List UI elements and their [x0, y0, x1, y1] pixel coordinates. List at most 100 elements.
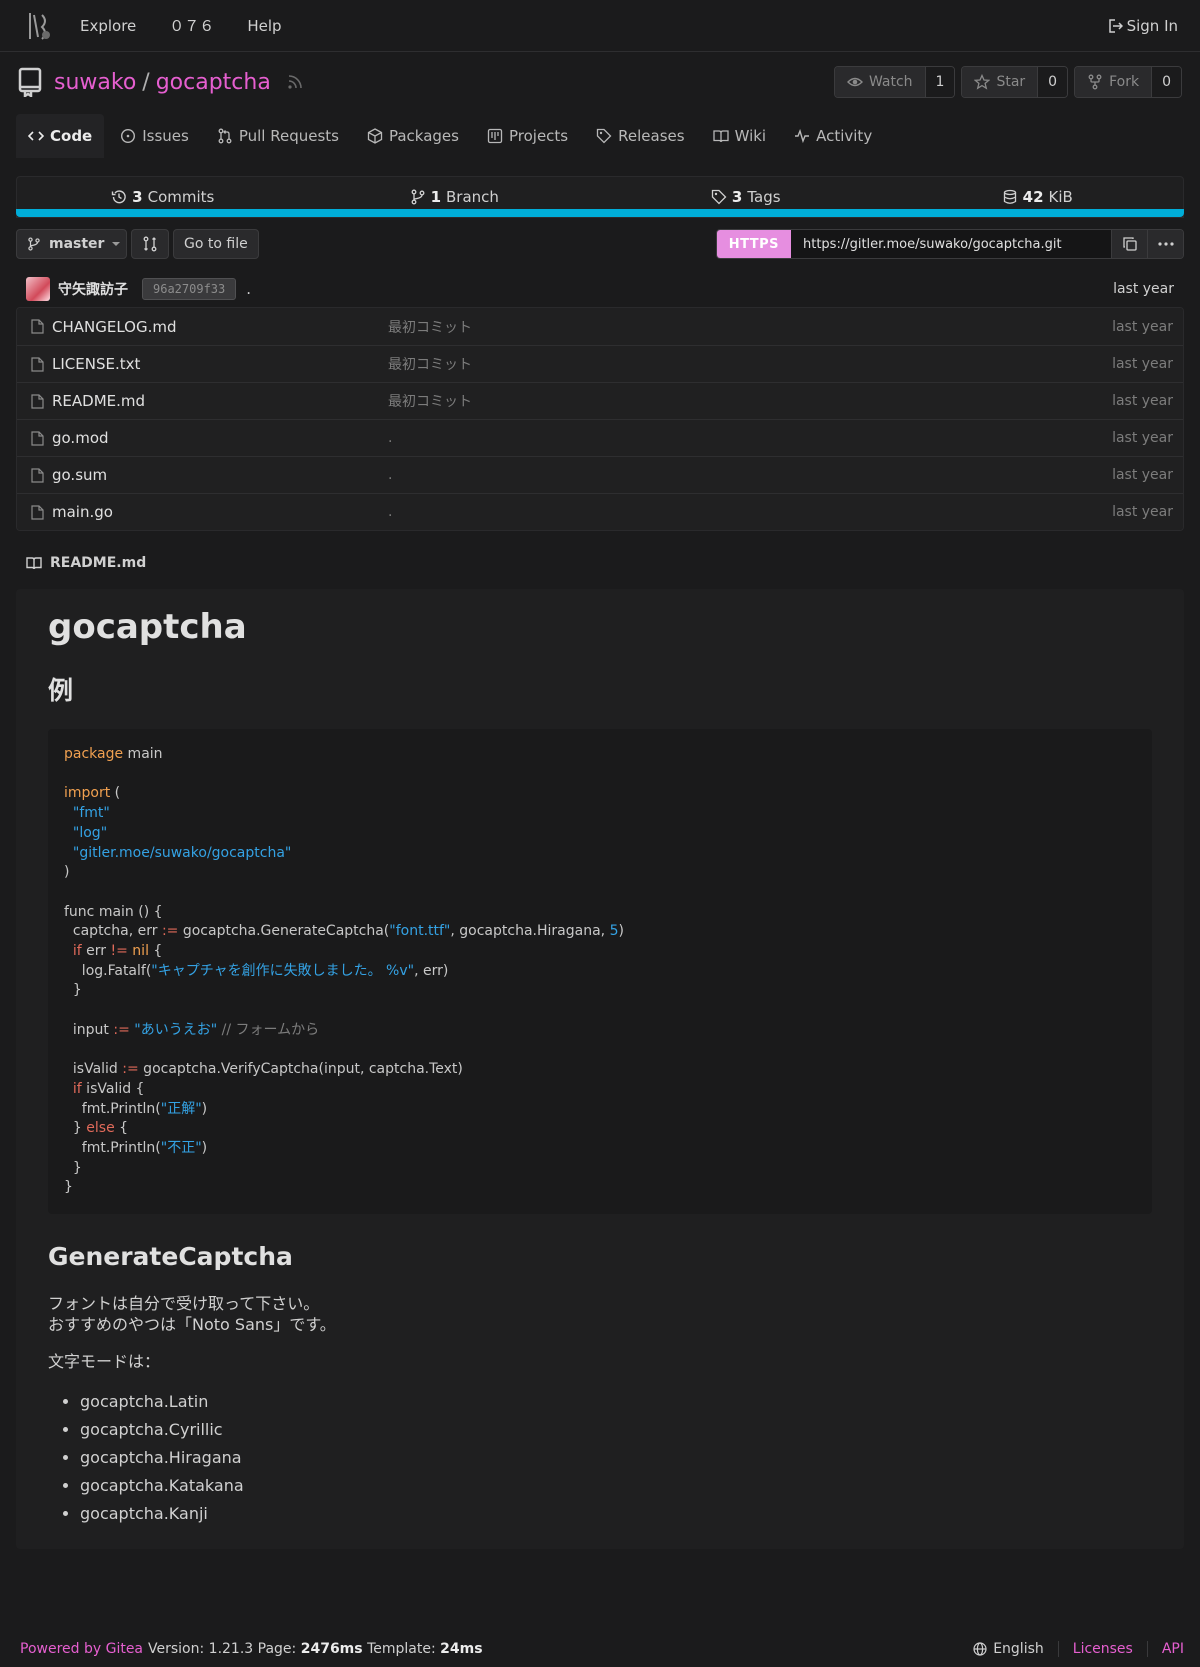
fork-label: Fork — [1109, 74, 1140, 90]
commit-message[interactable]: . — [246, 280, 251, 298]
file-commit-message[interactable]: . — [388, 430, 1112, 446]
code-token: , gocaptcha.Hiragana, — [450, 923, 610, 940]
file-commit-message[interactable]: 最初コミット — [388, 354, 1112, 374]
repo-owner-link[interactable]: suwako — [54, 70, 136, 95]
file-icon — [31, 393, 44, 409]
nav-explore[interactable]: Explore — [80, 17, 136, 35]
branch-dropdown[interactable]: master — [16, 229, 127, 259]
nav-help[interactable]: Help — [247, 17, 281, 35]
database-icon — [1002, 189, 1018, 205]
file-name-cell[interactable]: LICENSE.txt — [31, 355, 388, 373]
file-name-cell[interactable]: README.md — [31, 392, 388, 410]
readme-title: gocaptcha — [48, 607, 247, 647]
file-name: main.go — [52, 503, 113, 521]
file-name-cell[interactable]: main.go — [31, 503, 388, 521]
api-link[interactable]: API — [1162, 1641, 1184, 1657]
sign-in-icon — [1108, 18, 1123, 33]
code-token: } — [64, 1120, 87, 1137]
pulse-icon — [794, 128, 810, 144]
code-token: isValid — [64, 1061, 123, 1078]
table-row[interactable]: go.sum . last year — [17, 456, 1183, 493]
code-token: package — [64, 746, 124, 762]
code-token: ) — [201, 1100, 208, 1117]
tab-releases[interactable]: Releases — [584, 114, 696, 158]
powered-by-link[interactable]: Powered by Gitea — [20, 1641, 143, 1657]
table-row[interactable]: go.mod . last year — [17, 419, 1183, 456]
file-commit-message[interactable]: . — [388, 467, 1112, 483]
tab-activity[interactable]: Activity — [782, 114, 884, 158]
fork-label-wrap[interactable]: Fork — [1075, 67, 1153, 97]
code-token: if — [72, 1080, 82, 1097]
page-label: Page: — [257, 1641, 297, 1657]
clone-url-input[interactable]: https://gitler.moe/suwako/gocaptcha.git — [791, 230, 1111, 258]
repo-actions: Watch 1 Star 0 Fork 0 — [833, 66, 1182, 98]
file-name-cell[interactable]: CHANGELOG.md — [31, 318, 388, 336]
code-token: ) — [618, 923, 624, 940]
watch-count[interactable]: 1 — [925, 67, 955, 97]
code-token: "log" — [72, 824, 108, 841]
star-label-wrap[interactable]: Star — [962, 67, 1039, 97]
clone-panel: HTTPS https://gitler.moe/suwako/gocaptch… — [715, 229, 1184, 259]
code-token: { — [148, 943, 163, 960]
file-time: last year — [1112, 504, 1173, 520]
readme-text: フォントは自分で受け取って下さい。 — [48, 1294, 320, 1314]
file-name-cell[interactable]: go.mod — [31, 429, 388, 447]
commit-author[interactable]: 守矢諏訪子 — [58, 279, 128, 299]
file-icon — [31, 356, 44, 372]
fork-button[interactable]: Fork 0 — [1074, 66, 1182, 98]
table-row[interactable]: CHANGELOG.md 最初コミット last year — [17, 308, 1183, 345]
code-token: fmt.Println( — [64, 1100, 161, 1117]
watch-button[interactable]: Watch 1 — [833, 66, 956, 98]
file-time: last year — [1112, 467, 1173, 483]
tab-wiki[interactable]: Wiki — [701, 114, 779, 158]
tab-packages[interactable]: Packages — [355, 114, 471, 158]
file-name-cell[interactable]: go.sum — [31, 466, 388, 484]
language-selector[interactable]: English — [993, 1641, 1044, 1657]
branch-icon — [410, 189, 426, 205]
commit-time: last year — [1113, 281, 1174, 297]
nav-user-link[interactable]: ０７６ — [169, 15, 214, 36]
rss-icon[interactable] — [287, 74, 303, 90]
tab-projects[interactable]: Projects — [475, 114, 580, 158]
go-to-file-button[interactable]: Go to file — [173, 229, 259, 259]
code-token: } — [64, 1159, 82, 1176]
star-count[interactable]: 0 — [1038, 67, 1068, 97]
star-button[interactable]: Star 0 — [961, 66, 1069, 98]
tab-pull-requests[interactable]: Pull Requests — [205, 114, 351, 158]
branch-icon — [27, 237, 41, 251]
code-token: nil — [127, 943, 149, 960]
avatar[interactable] — [26, 277, 50, 301]
copy-url-button[interactable] — [1111, 230, 1147, 258]
file-time: last year — [1112, 318, 1173, 335]
clone-protocol-button[interactable]: HTTPS — [716, 230, 791, 258]
sign-in-link[interactable]: Sign In — [1108, 16, 1178, 35]
compare-button[interactable] — [131, 229, 169, 259]
table-row[interactable]: README.md 最初コミット last year — [17, 382, 1183, 419]
repo-name-link[interactable]: gocaptcha — [156, 70, 271, 95]
code-token: "キャプチャを創作に失敗しました。 %v" — [151, 962, 415, 979]
commit-sha[interactable]: 96a2709f33 — [142, 278, 237, 300]
readme-heading-generate: GenerateCaptcha — [48, 1242, 293, 1272]
file-commit-message[interactable]: 最初コミット — [388, 317, 1112, 337]
tab-issues[interactable]: Issues — [108, 114, 201, 158]
code-token: := — [122, 1061, 139, 1078]
watch-label-wrap[interactable]: Watch — [834, 67, 926, 97]
list-item: gocaptcha.Hiragana — [80, 1444, 1152, 1472]
book-icon — [712, 128, 729, 144]
readme-heading-example: 例 — [48, 676, 74, 705]
table-row[interactable]: main.go . last year — [17, 493, 1183, 530]
sign-in-label: Sign In — [1126, 16, 1178, 35]
fork-count[interactable]: 0 — [1152, 67, 1181, 97]
more-options-button[interactable] — [1147, 230, 1183, 258]
table-row[interactable]: LICENSE.txt 最初コミット last year — [17, 345, 1183, 382]
code-token: import — [64, 785, 111, 802]
file-commit-message[interactable]: . — [388, 504, 1112, 520]
site-logo-icon[interactable] — [24, 9, 54, 43]
language-bar[interactable] — [16, 209, 1184, 217]
file-commit-message[interactable]: 最初コミット — [388, 391, 1112, 411]
code-icon — [28, 128, 44, 144]
tab-code[interactable]: Code — [16, 114, 105, 158]
latest-commit: 守矢諏訪子 96a2709f33 . last year — [16, 274, 1184, 304]
licenses-link[interactable]: Licenses — [1073, 1641, 1133, 1657]
readme-filename[interactable]: README.md — [50, 555, 146, 571]
